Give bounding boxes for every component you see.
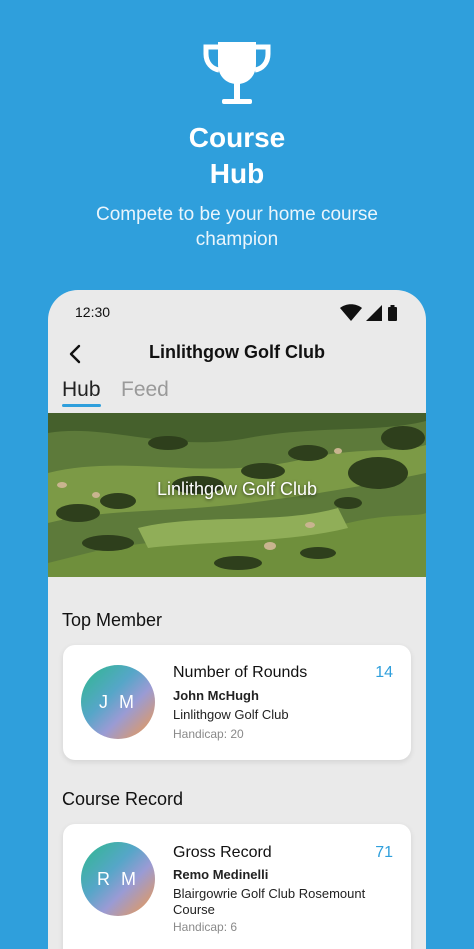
member-handicap: Handicap: 6 (173, 920, 238, 934)
course-banner-image: Linlithgow Golf Club (48, 413, 426, 577)
metric-value: 14 (375, 664, 393, 681)
course-record-card[interactable]: R M Gross Record 71 Remo Medinelli Blair… (63, 824, 411, 949)
tab-feed[interactable]: Feed (121, 378, 169, 402)
section-title-top-member: Top Member (62, 610, 163, 630)
wifi-icon (340, 304, 362, 321)
status-time: 12:30 (75, 304, 111, 320)
tab-hub[interactable]: Hub (62, 378, 101, 407)
promo-title-line-1: Course (188, 122, 286, 153)
signal-icon (366, 305, 382, 321)
section-title-course-record: Course Record (62, 789, 184, 809)
promo-subtitle: Compete to be your home course champion (96, 204, 378, 250)
app-bar: Linlithgow Golf Club (48, 334, 426, 374)
member-club: Linlithgow Golf Club (173, 707, 289, 722)
metric-label: Number of Rounds (173, 664, 308, 681)
member-handicap: Handicap: 20 (173, 727, 244, 741)
member-name: Remo Medinelli (173, 867, 269, 882)
top-member-card[interactable]: J M Number of Rounds 14 John McHugh Linl… (63, 645, 411, 760)
status-icons (340, 304, 397, 321)
battery-icon (388, 305, 397, 321)
promo-title: Course Hub (0, 120, 474, 192)
member-club: Blairgowrie Golf Club Rosemount Course (173, 886, 366, 917)
app-title: Linlithgow Golf Club (149, 342, 325, 362)
avatar: J M (81, 665, 155, 739)
back-arrow-icon[interactable] (62, 340, 90, 368)
promo-title-line-2: Hub (209, 158, 265, 189)
avatar: R M (81, 842, 155, 916)
promo-header: Course Hub Compete to be your home cours… (0, 0, 474, 290)
trophy-icon (203, 42, 271, 104)
metric-label: Gross Record (173, 844, 272, 861)
member-name: John McHugh (173, 688, 259, 703)
status-bar: 12:30 (48, 290, 426, 334)
banner-course-name: Linlithgow Golf Club (156, 479, 318, 499)
metric-value: 71 (375, 844, 393, 861)
phone-screen: 12:30 Linlithgow Golf Club Hub Feed Linl… (48, 290, 426, 949)
